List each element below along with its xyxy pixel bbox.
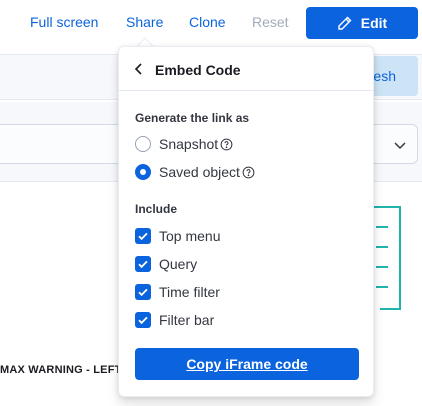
share-link[interactable]: Share [126,14,163,30]
top-nav-bar: Full screen Share Clone Reset Edit [0,0,422,47]
edit-button-label: Edit [360,15,388,31]
radio-button[interactable] [135,136,151,152]
check-icon [138,260,148,269]
popover-header: Embed Code [119,47,373,91]
question-circle-icon [220,138,233,150]
radio-snapshot[interactable]: Snapshot [135,134,233,154]
check-icon [138,232,148,241]
chevron-down-icon [394,142,406,150]
copy-button-label: Copy iFrame code [186,356,308,372]
refresh-button-label: esh [373,68,396,84]
checkbox[interactable] [135,284,151,300]
checkbox-label: Filter bar [159,312,215,328]
checkbox-filter-bar[interactable]: Filter bar [135,310,214,330]
generate-link-label: Generate the link as [135,111,250,125]
full-screen-link[interactable]: Full screen [30,14,98,30]
clone-link[interactable]: Clone [189,14,226,30]
checkbox-query[interactable]: Query [135,254,197,274]
copy-iframe-code-button[interactable]: Copy iFrame code [135,348,359,380]
radio-label: Snapshot [159,136,219,152]
checkbox-label: Time filter [159,284,220,300]
question-circle-icon [242,166,255,178]
chevron-left-icon[interactable] [133,62,145,76]
checkbox-label: Top menu [159,228,221,244]
radio-label: Saved object [159,164,240,180]
reset-link: Reset [252,14,289,30]
checkbox-time-filter[interactable]: Time filter [135,282,220,302]
edit-button[interactable]: Edit [306,7,418,39]
check-icon [138,288,148,297]
checkbox[interactable] [135,228,151,244]
panel-title: MAX WARNING - LEFT [0,364,122,376]
radio-saved-object[interactable]: Saved object [135,162,255,182]
checkbox[interactable] [135,256,151,272]
checkbox[interactable] [135,312,151,328]
pencil-icon [338,16,352,30]
check-icon [138,316,148,325]
popover-title: Embed Code [155,62,241,78]
include-label: Include [135,202,178,216]
radio-button[interactable] [135,164,151,180]
checkbox-label: Query [159,256,198,272]
embed-code-popover: Embed Code Generate the link as Snapshot… [118,46,374,397]
checkbox-top-menu[interactable]: Top menu [135,226,220,246]
